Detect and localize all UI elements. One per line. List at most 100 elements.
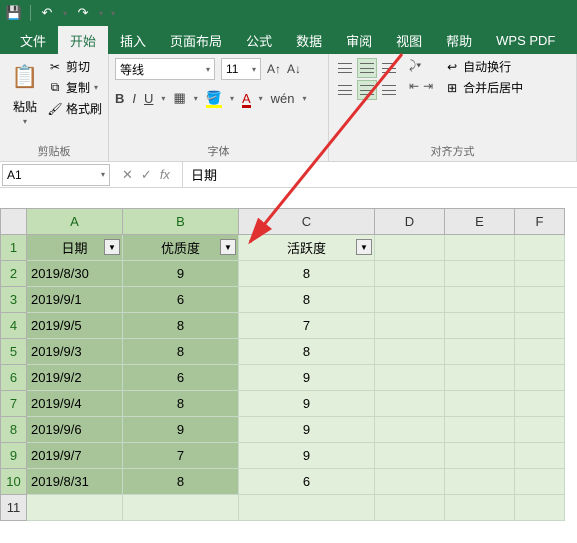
col-header-A[interactable]: A xyxy=(27,209,123,235)
align-top-center[interactable] xyxy=(357,58,377,78)
cell-C10[interactable]: 6 xyxy=(239,469,375,495)
cell-A1[interactable]: 日期▼ xyxy=(27,235,123,261)
fx-icon[interactable]: fx xyxy=(160,167,170,182)
cell-B11[interactable] xyxy=(123,495,239,521)
cell-A4[interactable]: 2019/9/5 xyxy=(27,313,123,339)
cut-button[interactable]: ✂剪切 xyxy=(48,58,102,75)
cell-F8[interactable] xyxy=(515,417,565,443)
cell-E11[interactable] xyxy=(445,495,515,521)
filter-button[interactable]: ▼ xyxy=(220,239,236,255)
row-header-10[interactable]: 10 xyxy=(1,469,27,495)
col-header-F[interactable]: F xyxy=(515,209,565,235)
cell-A6[interactable]: 2019/9/2 xyxy=(27,365,123,391)
tab-help[interactable]: 帮助 xyxy=(434,26,484,54)
cell-C2[interactable]: 8 xyxy=(239,261,375,287)
cell-E7[interactable] xyxy=(445,391,515,417)
cell-E6[interactable] xyxy=(445,365,515,391)
wrap-text-button[interactable]: ↩自动换行 xyxy=(445,58,523,75)
save-icon[interactable]: 💾 xyxy=(6,5,22,21)
italic-button[interactable]: I xyxy=(132,91,136,106)
cell-D4[interactable] xyxy=(375,313,445,339)
redo-icon[interactable]: ↷ xyxy=(75,5,91,21)
cell-D11[interactable] xyxy=(375,495,445,521)
cell-E4[interactable] xyxy=(445,313,515,339)
tab-page-layout[interactable]: 页面布局 xyxy=(158,26,234,54)
cell-A11[interactable] xyxy=(27,495,123,521)
cell-C11[interactable] xyxy=(239,495,375,521)
cell-D6[interactable] xyxy=(375,365,445,391)
cell-B10[interactable]: 8 xyxy=(123,469,239,495)
row-header-2[interactable]: 2 xyxy=(1,261,27,287)
cell-A8[interactable]: 2019/9/6 xyxy=(27,417,123,443)
increase-indent-button[interactable]: ⇥ xyxy=(423,79,433,93)
cell-B1[interactable]: 优质度▼ xyxy=(123,235,239,261)
cell-E8[interactable] xyxy=(445,417,515,443)
row-header-9[interactable]: 9 xyxy=(1,443,27,469)
cell-A3[interactable]: 2019/9/1 xyxy=(27,287,123,313)
cell-B3[interactable]: 6 xyxy=(123,287,239,313)
cell-E3[interactable] xyxy=(445,287,515,313)
tab-wps-pdf[interactable]: WPS PDF xyxy=(484,26,567,54)
align-top-right[interactable] xyxy=(379,58,399,78)
cell-A10[interactable]: 2019/8/31 xyxy=(27,469,123,495)
cell-D9[interactable] xyxy=(375,443,445,469)
row-header-3[interactable]: 3 xyxy=(1,287,27,313)
cell-D5[interactable] xyxy=(375,339,445,365)
row-header-7[interactable]: 7 xyxy=(1,391,27,417)
cell-C9[interactable]: 9 xyxy=(239,443,375,469)
cell-B6[interactable]: 6 xyxy=(123,365,239,391)
filter-button[interactable]: ▼ xyxy=(104,239,120,255)
cell-C4[interactable]: 7 xyxy=(239,313,375,339)
increase-font-icon[interactable]: A↑ xyxy=(267,62,281,76)
cell-A7[interactable]: 2019/9/4 xyxy=(27,391,123,417)
cell-F9[interactable] xyxy=(515,443,565,469)
cell-E2[interactable] xyxy=(445,261,515,287)
enter-formula-icon[interactable]: ✓ xyxy=(141,167,152,183)
cell-F5[interactable] xyxy=(515,339,565,365)
col-header-B[interactable]: B xyxy=(123,209,239,235)
tab-file[interactable]: 文件 xyxy=(8,26,58,54)
paste-dropdown-icon[interactable]: ▾ xyxy=(23,117,27,126)
cell-D3[interactable] xyxy=(375,287,445,313)
copy-button[interactable]: ⧉复制▾ xyxy=(48,79,102,96)
cell-D10[interactable] xyxy=(375,469,445,495)
cell-F1[interactable] xyxy=(515,235,565,261)
align-bottom-right[interactable] xyxy=(379,80,399,100)
decrease-indent-button[interactable]: ⇤ xyxy=(409,79,419,93)
cell-B5[interactable]: 8 xyxy=(123,339,239,365)
cell-D8[interactable] xyxy=(375,417,445,443)
formula-bar[interactable]: 日期 xyxy=(182,162,577,187)
tab-formulas[interactable]: 公式 xyxy=(234,26,284,54)
cell-B9[interactable]: 7 xyxy=(123,443,239,469)
filter-button[interactable]: ▼ xyxy=(356,239,372,255)
cell-C5[interactable]: 8 xyxy=(239,339,375,365)
cell-D1[interactable] xyxy=(375,235,445,261)
row-header-11[interactable]: 11 xyxy=(1,495,27,521)
cell-B4[interactable]: 8 xyxy=(123,313,239,339)
cell-A9[interactable]: 2019/9/7 xyxy=(27,443,123,469)
cell-D2[interactable] xyxy=(375,261,445,287)
tab-data[interactable]: 数据 xyxy=(284,26,334,54)
cell-F7[interactable] xyxy=(515,391,565,417)
row-header-8[interactable]: 8 xyxy=(1,417,27,443)
cell-C6[interactable]: 9 xyxy=(239,365,375,391)
cell-F2[interactable] xyxy=(515,261,565,287)
row-header-6[interactable]: 6 xyxy=(1,365,27,391)
row-header-1[interactable]: 1 xyxy=(1,235,27,261)
align-top-left[interactable] xyxy=(335,58,355,78)
format-painter-button[interactable]: 🖌格式刷 xyxy=(48,100,102,117)
cell-B7[interactable]: 8 xyxy=(123,391,239,417)
cell-C3[interactable]: 8 xyxy=(239,287,375,313)
font-size-select[interactable]: 11▾ xyxy=(221,58,261,80)
undo-dropdown-icon[interactable]: ▾ xyxy=(63,9,67,18)
font-name-select[interactable]: 等线▾ xyxy=(115,58,215,80)
orientation-button[interactable]: ⤸▾ xyxy=(409,58,433,73)
col-header-D[interactable]: D xyxy=(375,209,445,235)
cell-B2[interactable]: 9 xyxy=(123,261,239,287)
underline-button[interactable]: U xyxy=(144,91,153,106)
cell-D7[interactable] xyxy=(375,391,445,417)
cell-A2[interactable]: 2019/8/30 xyxy=(27,261,123,287)
cell-E5[interactable] xyxy=(445,339,515,365)
cancel-formula-icon[interactable]: ✕ xyxy=(122,167,133,183)
border-button[interactable]: ▦ xyxy=(173,90,185,106)
